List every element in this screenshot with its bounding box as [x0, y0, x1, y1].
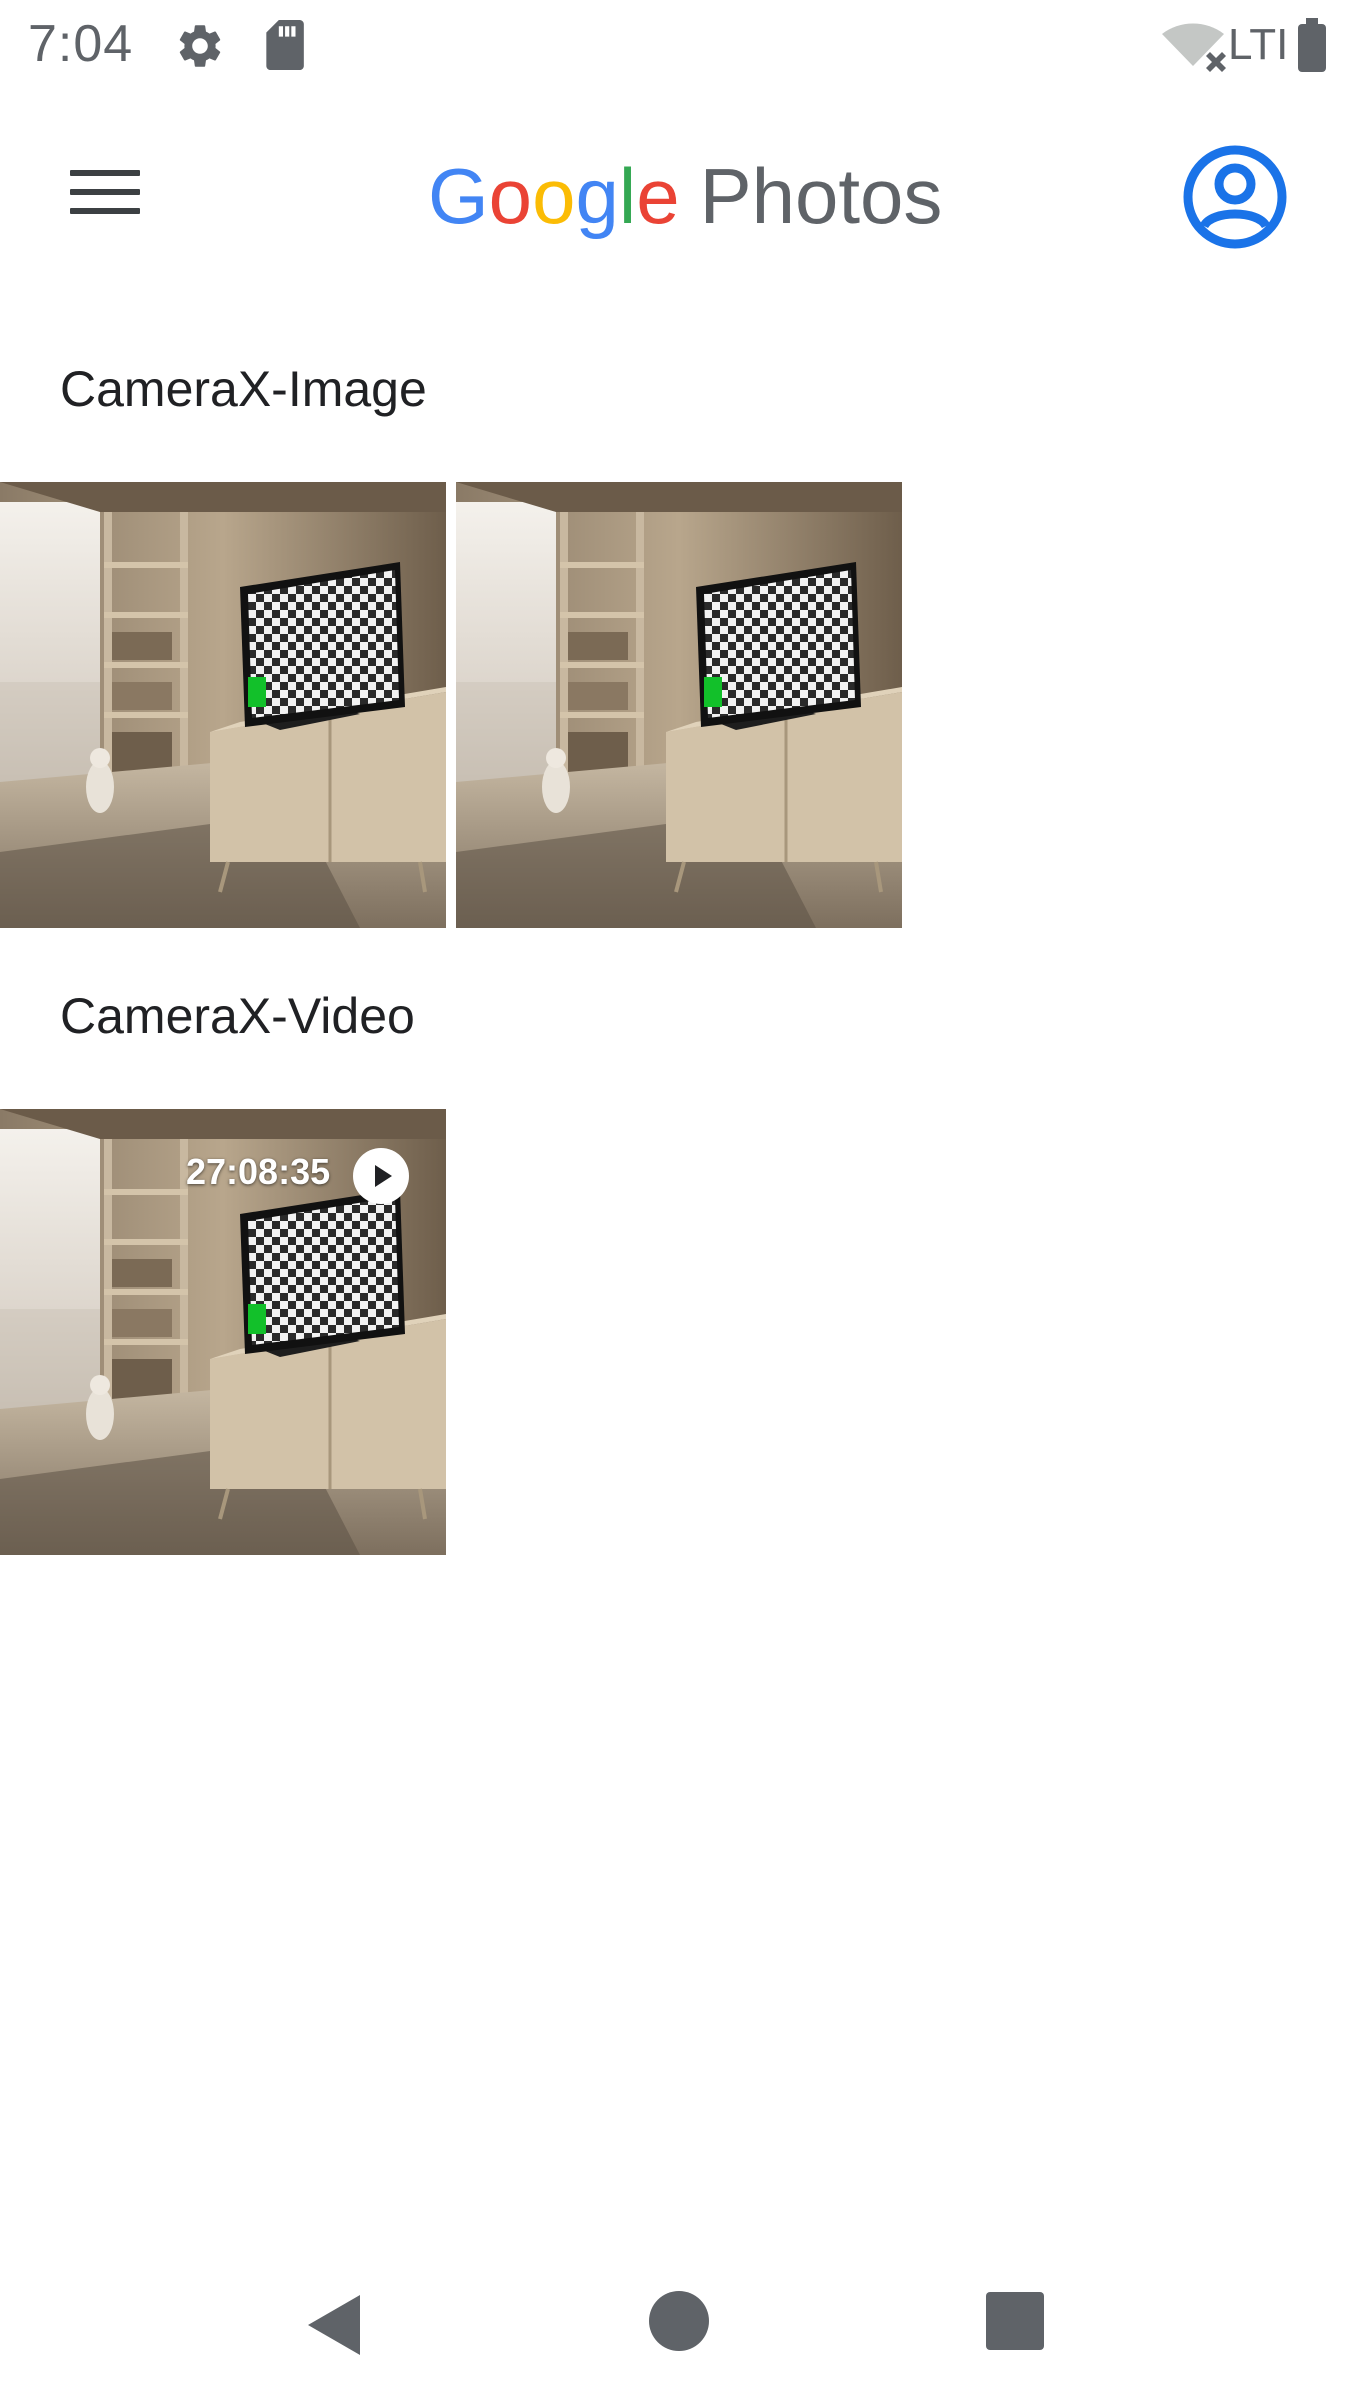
account-circle-icon[interactable]: [1182, 144, 1288, 250]
home-circle-icon[interactable]: [646, 2288, 712, 2354]
logo-letter: G: [428, 152, 489, 240]
screen: 7:04 LTI Google Photos CameraX-Image Cam…: [0, 0, 1350, 2400]
section-title-camerax-image: CameraX-Image: [60, 361, 427, 417]
menu-line: [70, 189, 140, 195]
menu-line: [70, 208, 140, 214]
system-nav-bar: [0, 2250, 1350, 2400]
photo-thumbnail[interactable]: [0, 482, 446, 928]
status-time: 7:04: [28, 15, 134, 73]
logo-letter: o: [532, 152, 576, 240]
photo-thumbnail[interactable]: [456, 482, 902, 928]
logo-letter: g: [575, 152, 619, 240]
logo-photos: Photos: [699, 152, 943, 240]
video-duration: 27:08:35: [186, 1151, 331, 1192]
gear-icon: [179, 25, 221, 67]
app-bar: Google Photos: [0, 92, 1350, 302]
logo-google: Google: [428, 152, 680, 240]
play-icon: [353, 1148, 409, 1204]
photo-image: [0, 482, 446, 928]
logo-letter: l: [618, 152, 637, 240]
video-thumbnail[interactable]: 27:08:35: [0, 1109, 446, 1555]
battery-icon: [1298, 18, 1326, 72]
photo-image: [456, 482, 902, 928]
section-title-camerax-video: CameraX-Video: [60, 988, 415, 1044]
logo-letter: e: [636, 152, 680, 240]
wifi-off-icon: [1162, 23, 1226, 72]
sd-card-icon: [266, 20, 304, 70]
google-photos-logo: Google Photos: [428, 146, 942, 246]
menu-line: [70, 170, 140, 176]
hamburger-menu-icon[interactable]: [58, 152, 154, 230]
back-triangle-icon[interactable]: [300, 2290, 370, 2360]
status-bar: 7:04 LTI: [0, 0, 1350, 92]
recents-square-icon[interactable]: [984, 2290, 1046, 2352]
network-type-label: LTI: [1228, 20, 1289, 69]
logo-letter: o: [488, 152, 533, 240]
